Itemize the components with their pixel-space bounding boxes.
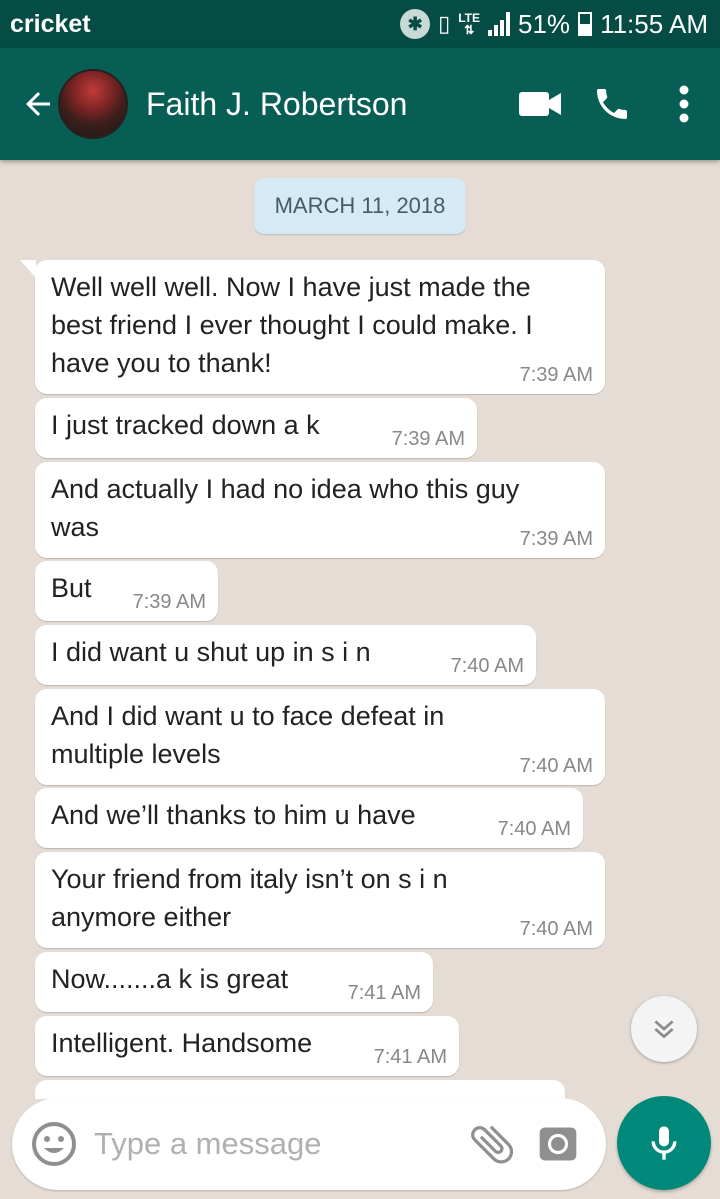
message-time: 7:40 AM [519, 755, 593, 777]
message-time: 7:40 AM [519, 918, 593, 940]
message-bubble[interactable]: Your friend from italy isn’t on s i n an… [35, 852, 605, 948]
voice-call-button[interactable] [576, 68, 648, 140]
signal-icon [488, 12, 511, 36]
message-time: 7:39 AM [519, 364, 593, 386]
message-text-line: Well well well. Now I have just made the [51, 272, 531, 302]
message-text-line: have you to thank! [51, 348, 272, 378]
microphone-button[interactable] [617, 1096, 711, 1190]
message-text-line: And we’ll thanks to him u have [51, 800, 416, 830]
message-bubble[interactable]: And we’ll thanks to him u have 7:40 AM [35, 788, 583, 848]
paperclip-icon[interactable] [466, 1118, 518, 1170]
chat-area[interactable]: MARCH 11, 2018 Well well well. Now I hav… [0, 160, 720, 1099]
message-time: 7:40 AM [450, 655, 524, 677]
message-text-line: was [51, 512, 100, 542]
battery-icon [578, 12, 593, 36]
chevron-double-down-icon [654, 1020, 674, 1039]
bubble-tail [20, 260, 36, 278]
avatar[interactable] [58, 69, 128, 139]
phone-icon [597, 89, 627, 119]
microphone-icon [651, 1126, 677, 1160]
emoji-icon[interactable] [30, 1120, 78, 1168]
message-input[interactable]: Type a message [94, 1126, 466, 1162]
message-bubble[interactable]: Now.......a k is great 7:41 AM [35, 952, 433, 1012]
vibrate-icon: ▯ [438, 11, 451, 36]
bluetooth-icon: ✱ [400, 9, 431, 39]
message-time: 7:39 AM [519, 528, 593, 550]
message-bubble[interactable]: Intelligent. Handsome 7:41 AM [35, 1016, 459, 1076]
message-text-line: And actually I had no idea who this guy [51, 474, 520, 504]
message-time: 7:39 AM [391, 428, 465, 450]
message-time: 7:39 AM [132, 591, 206, 613]
carrier-label: cricket [10, 9, 91, 38]
status-icons: ✱ ▯ LTE ⇅ 51% 11:55 AM [400, 9, 708, 40]
message-time: 7:41 AM [373, 1046, 447, 1068]
message-bubble[interactable]: I just tracked down a k 7:39 AM [35, 398, 477, 458]
clock: 11:55 AM [600, 8, 708, 39]
camera-icon[interactable] [536, 1122, 580, 1166]
back-button[interactable] [12, 78, 64, 130]
contact-name[interactable]: Faith J. Robertson [146, 86, 504, 123]
message-bubble[interactable]: And I did want u to face defeat in multi… [35, 689, 605, 785]
lte-icon: LTE ⇅ [458, 11, 481, 37]
message-text-line: Your friend from italy isn’t on s i n [51, 864, 448, 894]
message-bubble[interactable]: Well well well. Now I have just made the… [35, 260, 605, 394]
more-options-button[interactable] [648, 68, 720, 140]
status-bar: cricket ✱ ▯ LTE ⇅ 51% 11:55 AM [0, 0, 720, 48]
message-text-line: best friend I ever thought I could make.… [51, 310, 533, 340]
message-bubble[interactable]: And actually I had no idea who this guy … [35, 462, 605, 558]
more-vert-icon [679, 85, 689, 123]
message-text-line: multiple levels [51, 739, 221, 769]
arrow-left-icon [26, 92, 50, 116]
chat-header: Faith J. Robertson [0, 48, 720, 160]
video-call-button[interactable] [504, 68, 576, 140]
message-text-line: anymore either [51, 902, 232, 932]
video-call-icon [519, 92, 561, 116]
message-bubble-partial[interactable] [35, 1080, 565, 1099]
message-time: 7:40 AM [497, 818, 571, 840]
battery-percent: 51% [518, 8, 571, 39]
scroll-to-bottom-button[interactable] [631, 996, 697, 1062]
message-text-line: And I did want u to face defeat in [51, 701, 445, 731]
date-chip: MARCH 11, 2018 [254, 178, 466, 234]
message-bubble[interactable]: I did want u shut up in s i n 7:40 AM [35, 625, 536, 685]
message-time: 7:41 AM [347, 982, 421, 1004]
message-composer: Type a message [12, 1098, 606, 1190]
message-bubble[interactable]: But 7:39 AM [35, 561, 218, 621]
